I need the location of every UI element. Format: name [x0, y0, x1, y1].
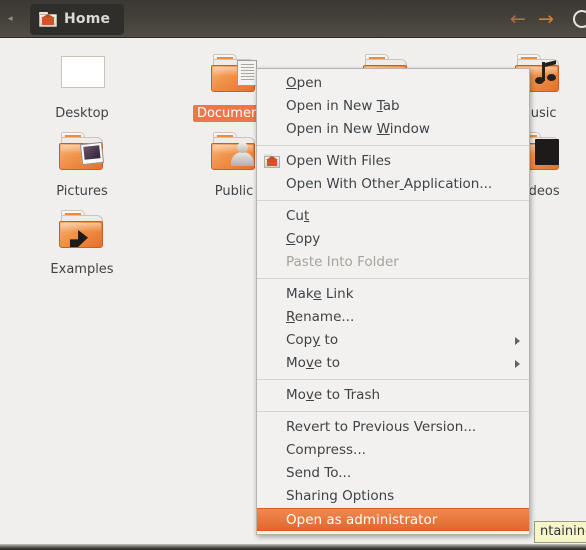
menu-item-make-link[interactable]: Make Link [257, 283, 529, 306]
menu-item-open-in-new-tab[interactable]: Open in New Tab [257, 95, 529, 118]
menu-item-open-in-new-window[interactable]: Open in New Window [257, 118, 529, 141]
folder-link-icon [56, 207, 108, 253]
menu-item-label: Compress... [286, 442, 366, 458]
menu-item-rename[interactable]: Rename... [257, 306, 529, 329]
submenu-arrow-icon [515, 337, 520, 345]
menu-item-label: Open With Other Application... [286, 176, 493, 192]
folder-pictures-icon [56, 129, 108, 175]
menu-separator [257, 200, 529, 201]
menu-separator [257, 145, 529, 146]
tab-home[interactable]: Home [30, 3, 125, 35]
menu-item-open-with-other-application[interactable]: Open With Other Application... [257, 173, 529, 196]
menu-item-label: Open in New Tab [286, 98, 400, 114]
menu-item-label: Copy [286, 231, 321, 247]
menu-item-label: Sharing Options [286, 488, 395, 504]
menu-item-label: Open [286, 75, 323, 91]
folder-documents-icon [208, 51, 260, 97]
menu-item-move-to-trash[interactable]: Move to Trash [257, 384, 529, 407]
menu-item-paste-into-folder: Paste Into Folder [257, 251, 529, 274]
menu-separator [257, 411, 529, 412]
menu-item-label: Cut [286, 208, 310, 224]
menu-item-label: Open With Files [286, 153, 391, 169]
menu-separator [257, 278, 529, 279]
menu-item-label: Open in New Window [286, 121, 430, 137]
tab-overflow-left-icon[interactable]: ◂ [8, 14, 18, 24]
file-manager-window: ◂ Home ← → Desktop Documents Music Pictures… [0, 0, 586, 550]
home-folder-icon [39, 11, 57, 27]
submenu-arrow-icon [515, 360, 520, 368]
window-bottom-edge [0, 544, 586, 550]
menu-item-label: Send To... [286, 465, 352, 481]
icon-label: Pictures [56, 184, 108, 199]
menu-item-send-to[interactable]: Send To... [257, 462, 529, 485]
desktop-icon-examples[interactable]: Examples [34, 207, 130, 278]
tooltip: ntaining [534, 521, 586, 543]
menu-item-label: Rename... [286, 309, 355, 325]
menu-item-move-to[interactable]: Move to [257, 352, 529, 375]
menu-item-label: Open as administrator [286, 512, 438, 528]
menu-item-sharing-options[interactable]: Sharing Options [257, 485, 529, 508]
search-icon[interactable] [573, 10, 586, 28]
menu-item-label: Move to Trash [286, 387, 381, 403]
forward-button[interactable]: → [536, 10, 556, 29]
icon-label: Examples [50, 262, 114, 277]
menu-item-label: Revert to Previous Version... [286, 419, 477, 435]
menu-item-cut[interactable]: Cut [257, 205, 529, 228]
desktop-icon-desktop[interactable]: Desktop [34, 51, 130, 122]
icon-label: Public [214, 184, 254, 199]
menu-item-copy-to[interactable]: Copy to [257, 329, 529, 352]
menu-item-copy[interactable]: Copy [257, 228, 529, 251]
menu-item-compress[interactable]: Compress... [257, 439, 529, 462]
desktop-icon-pictures[interactable]: Pictures [34, 129, 130, 200]
menu-item-revert-to-previous-version[interactable]: Revert to Previous Version... [257, 416, 529, 439]
folder-house-icon [264, 154, 280, 168]
menu-item-open[interactable]: Open [257, 72, 529, 95]
tab-home-label: Home [64, 11, 111, 27]
wallpaper-thumbnail-icon [56, 51, 108, 97]
menu-item-label: Paste Into Folder [286, 254, 399, 270]
menu-item-label: Make Link [286, 286, 354, 302]
menu-item-label: Copy to [286, 332, 339, 348]
folder-public-icon [208, 129, 260, 175]
toolbar: ◂ Home ← → [0, 0, 586, 38]
menu-item-label: Move to [286, 355, 341, 371]
icon-label: Desktop [55, 106, 109, 121]
context-menu: Open Open in New Tab Open in New Window Ope… [256, 68, 530, 535]
menu-separator [257, 379, 529, 380]
back-button[interactable]: ← [508, 10, 528, 29]
menu-item-open-with-files[interactable]: Open With Files [257, 150, 529, 173]
menu-item-open-as-administrator[interactable]: Open as administrator [257, 508, 529, 531]
